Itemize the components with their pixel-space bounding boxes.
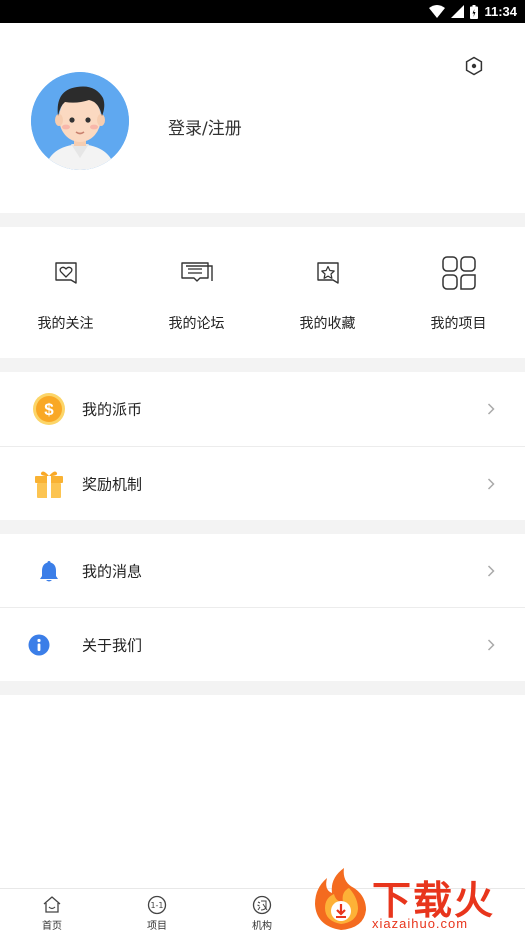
chevron-right-icon [487,478,495,490]
menu-item-messages[interactable]: 我的消息 [0,534,525,608]
watermark-logo: 下载火 xiazaihuo.com [310,866,525,935]
chat-bubbles-icon [180,262,213,282]
nav-label: 机构 [252,921,272,932]
status-bar: 11:34 [0,0,525,23]
menu-label: 我的消息 [82,562,143,581]
quick-actions: 我的关注 我的论坛 我的收藏 我的项目 [0,227,525,358]
nav-projects[interactable]: 1-1 项目 [105,893,209,935]
heart-tag-icon [54,262,77,284]
section-gap [0,681,525,695]
section-gap [0,213,525,227]
nav-home[interactable]: 首页 [0,893,104,935]
star-bookmark-icon [316,262,339,284]
chevron-right-icon [487,565,495,577]
chevron-right-icon [487,403,495,415]
battery-icon [470,4,479,19]
menu-item-my-coins[interactable]: $ 我的派币 [0,372,525,446]
coin-dollar-icon: $ [30,390,68,428]
gift-box-icon [30,465,68,503]
nav-institutions[interactable]: 机构 [210,893,314,935]
login-register-link[interactable]: 登录/注册 [168,114,242,139]
section-gap [0,358,525,372]
profile-header: 登录/注册 [0,23,525,213]
quick-label: 我的收藏 [299,316,356,332]
menu-item-rewards[interactable]: 奖励机制 [0,447,525,521]
institution-icon [252,895,272,915]
signal-icon [451,5,465,18]
nav-label: 项目 [147,921,167,932]
menu-label: 我的派币 [82,400,143,419]
watermark-subtitle: xiazaihuo.com [372,916,469,931]
flame-logo-icon [315,868,366,930]
quick-label: 我的论坛 [168,316,225,332]
menu-label: 关于我们 [82,636,143,655]
info-icon [20,626,58,664]
quick-label: 我的关注 [37,316,94,332]
avatar-illustration [31,72,129,170]
settings-icon[interactable] [464,56,484,76]
quick-label: 我的项目 [430,316,487,332]
avatar[interactable] [31,72,129,170]
bell-icon [30,552,68,590]
chevron-right-icon [487,639,495,651]
menu-item-about[interactable]: 关于我们 [0,608,525,682]
nav-label: 首页 [42,921,62,932]
quick-item-follow[interactable]: 我的关注 [0,227,131,358]
quick-item-projects[interactable]: 我的项目 [393,227,524,358]
menu-label: 奖励机制 [82,475,143,494]
status-time: 11:34 [484,4,517,19]
grid-apps-icon [441,256,476,290]
project-icon: 1-1 [147,895,167,915]
wifi-icon [429,5,446,18]
quick-item-favorites[interactable]: 我的收藏 [262,227,393,358]
section-gap [0,520,525,534]
svg-text:1-1: 1-1 [150,901,163,910]
home-icon [43,896,61,913]
quick-item-forum[interactable]: 我的论坛 [131,227,262,358]
svg-text:$: $ [44,400,54,419]
